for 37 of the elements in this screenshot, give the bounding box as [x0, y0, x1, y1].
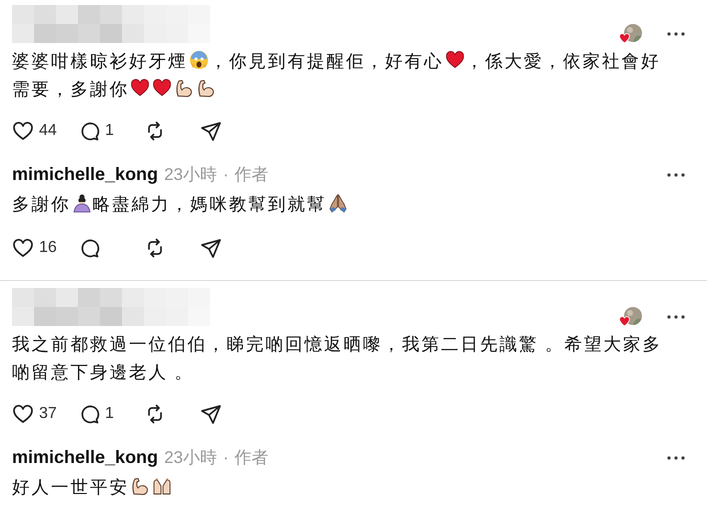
- separator-dot: ·: [222, 447, 229, 469]
- bowing-person-icon: [72, 193, 92, 213]
- heart-icon: [444, 50, 464, 70]
- heart-outline-icon: [12, 237, 34, 259]
- send-icon: [200, 120, 222, 142]
- like-button[interactable]: 16: [12, 236, 78, 260]
- author-label: 作者: [234, 164, 269, 186]
- raised-hands-icon: [152, 476, 172, 496]
- praying-hands-icon: [328, 193, 348, 213]
- username[interactable]: mimichelle_kong: [12, 444, 158, 471]
- reply-button[interactable]: 1: [78, 402, 144, 426]
- comment-text: 我之前都救過一位伯伯，睇完啲回憶返晒嚟，我第二日先識驚 。希望大家多啲留意下身邊老人 。: [12, 333, 663, 384]
- flexed-arm-icon: [174, 78, 194, 98]
- like-button[interactable]: 44: [12, 119, 78, 143]
- flexed-arm-icon: [196, 78, 216, 98]
- timestamp: 23小時: [164, 164, 217, 186]
- separator-dot: ·: [222, 164, 229, 186]
- heart-outline-icon: [12, 403, 34, 425]
- reply-text: 多謝你 略盡綿力，媽咪教幫到就幫: [12, 190, 695, 218]
- like-button[interactable]: 37: [12, 402, 78, 426]
- more-icon: [667, 32, 685, 36]
- send-icon: [200, 237, 222, 259]
- send-icon: [200, 403, 222, 425]
- timestamp: 23小時: [164, 447, 217, 469]
- username[interactable]: mimichelle_kong: [12, 161, 158, 188]
- comment-text: 婆婆咁樣晾衫好牙煙 ，你見到有提醒佢，好有心 ，係大愛，依家社會好需要，多謝你: [12, 49, 662, 101]
- more-icon: [667, 315, 685, 319]
- more-icon: [667, 456, 685, 460]
- reply-button[interactable]: 1: [78, 119, 144, 143]
- heart-outline-icon: [12, 120, 34, 142]
- author-label: 作者: [234, 447, 269, 469]
- flexed-arm-icon: [130, 476, 150, 496]
- heart-icon: [152, 78, 172, 98]
- scream-face-icon: [188, 50, 208, 70]
- heart-icon: [130, 78, 150, 98]
- reply-text: 好人一世平安: [12, 473, 695, 501]
- more-icon: [667, 172, 685, 176]
